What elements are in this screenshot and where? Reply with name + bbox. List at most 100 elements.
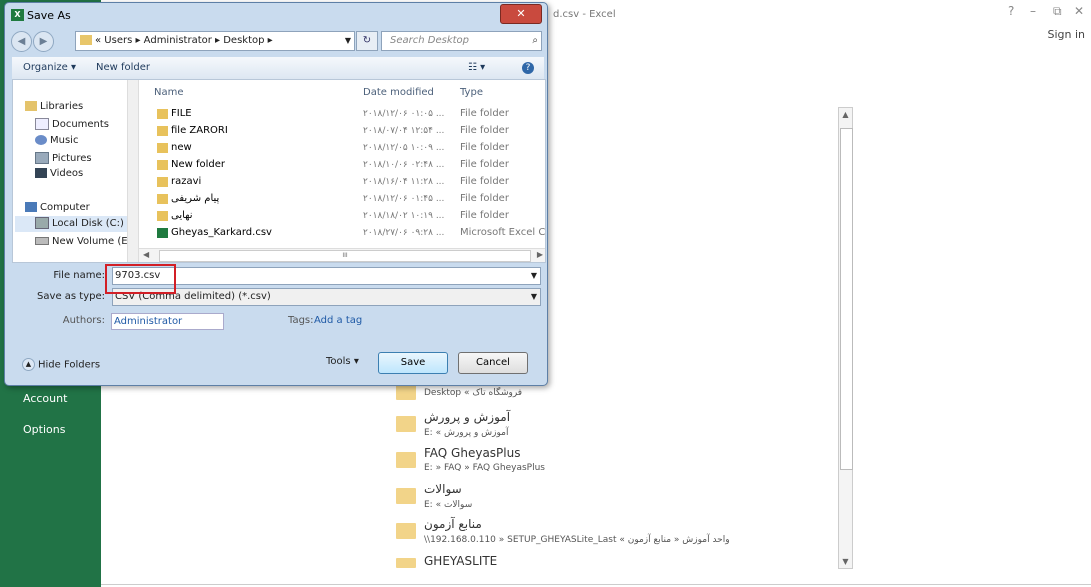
new-folder-button[interactable]: New folder bbox=[96, 62, 150, 73]
recent-scrollbar[interactable]: ▲ ▼ bbox=[838, 107, 853, 569]
file-type: File folder bbox=[460, 159, 509, 170]
file-row[interactable]: نهایی ۲۰۱۸/۱۸/۰۲ ۱۰:۱۹ ... File folder bbox=[139, 208, 545, 225]
back-button[interactable]: ◀ bbox=[11, 31, 32, 52]
scroll-thumb[interactable] bbox=[840, 128, 853, 470]
save-button[interactable]: Save bbox=[378, 352, 448, 374]
file-date: ۲۰۱۸/۱۲/۰۶ ۰۱:۴۵ ... bbox=[363, 194, 445, 204]
scroll-down-icon[interactable]: ▼ bbox=[839, 555, 852, 568]
folder-icon bbox=[157, 177, 168, 187]
tree-item-music[interactable]: Music bbox=[35, 135, 78, 146]
restore-button[interactable]: ⧉ bbox=[1053, 4, 1062, 19]
file-date: ۲۰۱۸/۱۲/۰۵ ۱۰:۰۹ ... bbox=[363, 143, 445, 153]
search-placeholder: Search Desktop bbox=[390, 35, 469, 46]
videos-icon bbox=[35, 168, 47, 178]
folder-icon bbox=[396, 558, 416, 568]
file-name: razavi bbox=[171, 176, 202, 187]
tools-button[interactable]: Tools ▾ bbox=[326, 356, 359, 367]
chevron-up-icon: ▲ bbox=[22, 358, 35, 371]
tree-item-computer[interactable]: Computer bbox=[25, 202, 90, 213]
organize-button[interactable]: Organize ▾ bbox=[23, 62, 76, 73]
file-type: File folder bbox=[460, 193, 509, 204]
tree-scrollbar[interactable] bbox=[127, 80, 139, 262]
excel-app-icon: X bbox=[11, 9, 24, 21]
recent-place-path: E: « سوالات bbox=[424, 500, 473, 510]
folder-icon bbox=[157, 143, 168, 153]
computer-icon bbox=[25, 202, 37, 212]
excel-file-icon bbox=[157, 228, 168, 238]
navigation-tree: Libraries Documents Music Pictures Video… bbox=[13, 80, 127, 262]
recent-place-name: منابع آزمون bbox=[424, 517, 482, 531]
menu-options[interactable]: Options bbox=[23, 423, 65, 436]
file-row[interactable]: file ZARORI ۲۰۱۸/۰۷/۰۴ ۱۲:۵۴ ... File fold… bbox=[139, 123, 545, 140]
scroll-left-icon[interactable]: ◀ bbox=[143, 250, 149, 259]
file-name: FILE bbox=[171, 108, 192, 119]
menu-account[interactable]: Account bbox=[23, 392, 67, 405]
add-tag-link[interactable]: Add a tag bbox=[314, 315, 362, 326]
drive-icon bbox=[35, 237, 49, 245]
scroll-up-icon[interactable]: ▲ bbox=[839, 108, 852, 121]
file-date: ۲۰۱۸/۱۶/۰۴ ۱۱:۲۸ ... bbox=[363, 177, 445, 187]
chevron-down-icon[interactable]: ▼ bbox=[531, 289, 537, 305]
authors-input[interactable]: Administrator bbox=[111, 313, 224, 330]
column-header-date[interactable]: Date modified bbox=[363, 87, 434, 98]
save-as-type-select[interactable]: CSV (Comma delimited) (*.csv) ▼ bbox=[112, 288, 541, 306]
cancel-button[interactable]: Cancel bbox=[458, 352, 528, 374]
file-row[interactable]: Gheyas_Karkard.csv ۲۰۱۸/۲۷/۰۶ ۰۹:۲۸ ... Mi… bbox=[139, 225, 545, 242]
chevron-down-icon[interactable]: ▼ bbox=[345, 32, 351, 50]
chevron-down-icon[interactable]: ▼ bbox=[531, 268, 537, 284]
tree-item-documents[interactable]: Documents bbox=[35, 118, 109, 130]
scroll-thumb[interactable]: III bbox=[159, 250, 531, 262]
help-icon[interactable]: ? bbox=[522, 62, 534, 74]
file-row[interactable]: new ۲۰۱۸/۱۲/۰۵ ۱۰:۰۹ ... File folder bbox=[139, 140, 545, 157]
file-type: File folder bbox=[460, 176, 509, 187]
drive-icon bbox=[35, 217, 49, 229]
hide-folders-label: Hide Folders bbox=[38, 359, 101, 371]
search-icon[interactable]: ⌕ bbox=[532, 32, 538, 50]
dialog-toolbar: Organize ▾ New folder ☷ ▾ ? bbox=[12, 57, 544, 80]
horizontal-scrollbar[interactable]: ◀ III ▶ bbox=[139, 248, 545, 262]
minimize-button[interactable]: – bbox=[1030, 4, 1036, 18]
sign-in-link[interactable]: Sign in bbox=[1047, 28, 1085, 41]
file-name: new bbox=[171, 142, 192, 153]
folder-icon bbox=[157, 211, 168, 221]
tree-item-new-volume[interactable]: New Volume (E:) bbox=[35, 236, 127, 247]
column-header-name[interactable]: Name bbox=[154, 87, 184, 98]
recent-place-path: E: « آموزش و پرورش bbox=[424, 428, 509, 438]
address-bar[interactable]: « Users ▸ Administrator ▸ Desktop ▸ ▼ bbox=[75, 31, 355, 51]
browser-pane: Libraries Documents Music Pictures Video… bbox=[12, 79, 546, 263]
address-breadcrumb[interactable]: « Users ▸ Administrator ▸ Desktop ▸ bbox=[95, 35, 273, 46]
help-icon[interactable]: ? bbox=[1008, 4, 1014, 18]
file-date: ۲۰۱۸/۱۰/۰۶ ۰۲:۴۸ ... bbox=[363, 160, 445, 170]
dialog-close-button[interactable]: ✕ bbox=[500, 4, 542, 24]
file-type: Microsoft Excel C... bbox=[460, 227, 545, 238]
file-row[interactable]: New folder ۲۰۱۸/۱۰/۰۶ ۰۲:۴۸ ... File folde… bbox=[139, 157, 545, 174]
file-name-input[interactable]: 9703.csv ▼ bbox=[112, 267, 541, 285]
music-icon bbox=[35, 135, 47, 145]
file-row[interactable]: FILE ۲۰۱۸/۱۲/۰۶ ۰۱:۰۵ ... File folder bbox=[139, 106, 545, 123]
recent-place-path: E: » FAQ » FAQ GheyasPlus bbox=[424, 463, 545, 473]
tree-item-libraries[interactable]: Libraries bbox=[25, 101, 83, 112]
tree-item-videos[interactable]: Videos bbox=[35, 168, 83, 179]
authors-value[interactable]: Administrator bbox=[112, 316, 182, 327]
folder-icon bbox=[80, 35, 92, 45]
search-input[interactable]: Search Desktop ⌕ bbox=[381, 31, 542, 51]
refresh-button[interactable]: ↻ bbox=[356, 31, 378, 51]
file-type: File folder bbox=[460, 125, 509, 136]
tree-item-local-disk[interactable]: Local Disk (C:) bbox=[15, 216, 127, 232]
folder-icon bbox=[396, 452, 416, 468]
file-row[interactable]: razavi ۲۰۱۸/۱۶/۰۴ ۱۱:۲۸ ... File folder bbox=[139, 174, 545, 191]
recent-place-name: آموزش و پرورش bbox=[424, 410, 511, 424]
column-header-type[interactable]: Type bbox=[460, 87, 483, 98]
folder-icon bbox=[157, 160, 168, 170]
recent-place-name: FAQ GheyasPlus bbox=[424, 446, 521, 460]
file-date: ۲۰۱۸/۲۷/۰۶ ۰۹:۲۸ ... bbox=[363, 228, 445, 238]
hide-folders-button[interactable]: ▲ Hide Folders bbox=[22, 358, 100, 371]
file-row[interactable]: پیام شریفی ۲۰۱۸/۱۲/۰۶ ۰۱:۴۵ ... File folde… bbox=[139, 191, 545, 208]
view-options-button[interactable]: ☷ ▾ bbox=[468, 62, 485, 73]
scroll-right-icon[interactable]: ▶ bbox=[537, 250, 543, 259]
folder-icon bbox=[157, 126, 168, 136]
forward-button[interactable]: ▶ bbox=[33, 31, 54, 52]
close-button[interactable]: ✕ bbox=[1074, 4, 1084, 18]
recent-place-name: GHEYASLITE bbox=[424, 554, 498, 568]
tree-item-pictures[interactable]: Pictures bbox=[35, 152, 92, 164]
